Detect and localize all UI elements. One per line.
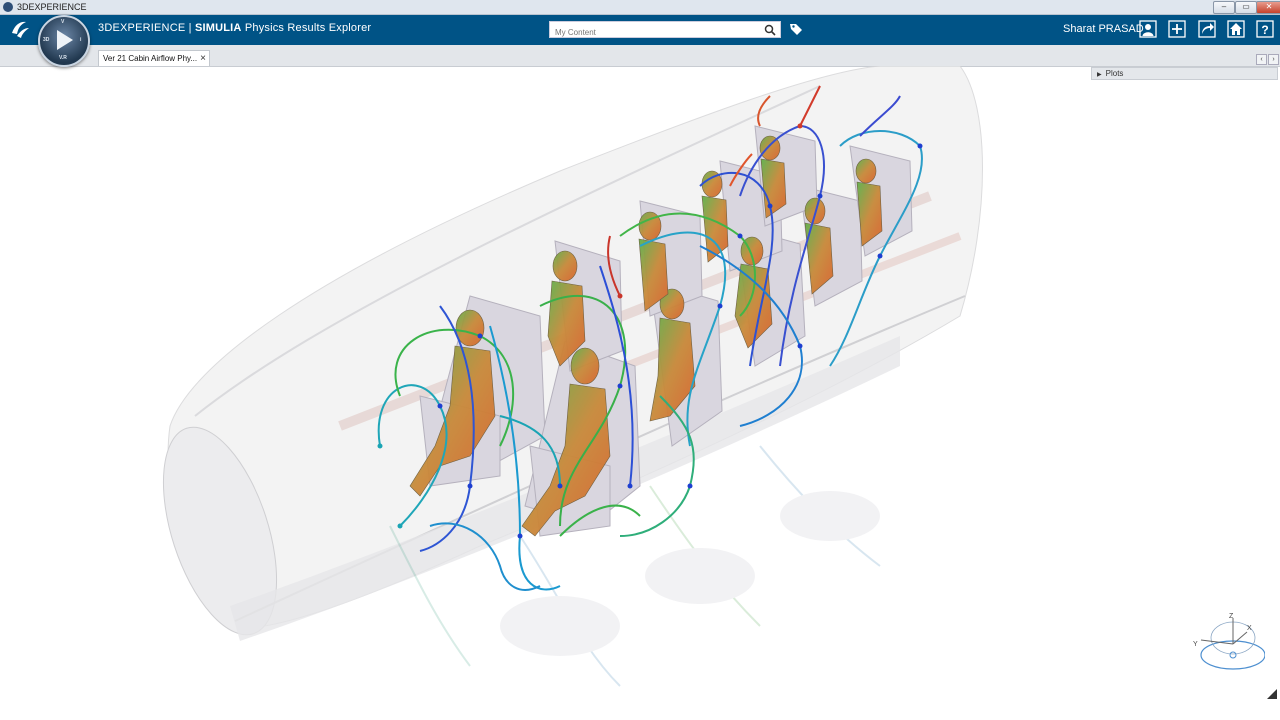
window-title: 3DEXPERIENCE	[17, 2, 87, 12]
3d-viewport[interactable]	[0, 66, 1280, 720]
ds-logo-icon[interactable]	[9, 18, 31, 40]
tab-cabin-airflow[interactable]: Ver 21 Cabin Airflow Phy... ×	[98, 50, 210, 66]
user-icon[interactable]	[1138, 19, 1158, 39]
compass-label-top: V	[61, 19, 65, 25]
plots-panel-toggle[interactable]: ▶ Plots	[1091, 67, 1278, 80]
tab-prev-button[interactable]: ‹	[1256, 54, 1267, 65]
compass-widget[interactable]: V 3D V.R i	[38, 15, 90, 67]
app-title: 3DEXPERIENCE | SIMULIA Physics Results E…	[98, 22, 371, 34]
close-tab-icon[interactable]: ×	[200, 51, 206, 66]
resize-handle-icon[interactable]	[1266, 688, 1278, 700]
tab-label: Ver 21 Cabin Airflow Phy...	[103, 54, 198, 63]
play-icon	[57, 30, 73, 50]
brand-bold: SIMULIA	[194, 22, 242, 34]
app-icon	[3, 2, 13, 12]
brand-prefix: 3DEXPERIENCE |	[98, 22, 195, 34]
compass-label-bottom: V.R	[59, 55, 67, 61]
tab-next-button[interactable]: ›	[1268, 54, 1279, 65]
svg-text:?: ?	[1261, 23, 1268, 37]
user-name[interactable]: Sharat PRASAD	[1063, 23, 1144, 35]
restore-button[interactable]: ▭	[1235, 1, 1257, 14]
triad-x-label: X	[1247, 625, 1252, 632]
minimize-button[interactable]: –	[1213, 1, 1235, 14]
search-icon[interactable]	[764, 24, 776, 36]
compass-label-right: i	[80, 37, 82, 43]
help-icon[interactable]: ?	[1255, 19, 1275, 39]
expand-caret-icon: ▶	[1097, 72, 1102, 78]
plus-icon[interactable]	[1167, 19, 1187, 39]
tag-icon[interactable]	[789, 22, 803, 36]
plots-label: Plots	[1105, 69, 1124, 78]
window-titlebar: 3DEXPERIENCE – ▭ ✕	[0, 0, 1280, 15]
triad-y-label: Y	[1193, 641, 1198, 648]
triad-z-label: Z	[1229, 613, 1234, 620]
brand-suffix: Physics Results Explorer	[241, 22, 372, 34]
compass-label-left: 3D	[43, 37, 50, 43]
close-window-button[interactable]: ✕	[1256, 1, 1280, 14]
triad-icon[interactable]: Z X Y	[1185, 610, 1265, 680]
home-icon[interactable]	[1226, 19, 1246, 39]
share-icon[interactable]	[1197, 19, 1217, 39]
search-input[interactable]	[550, 25, 760, 40]
search-box	[549, 21, 781, 40]
